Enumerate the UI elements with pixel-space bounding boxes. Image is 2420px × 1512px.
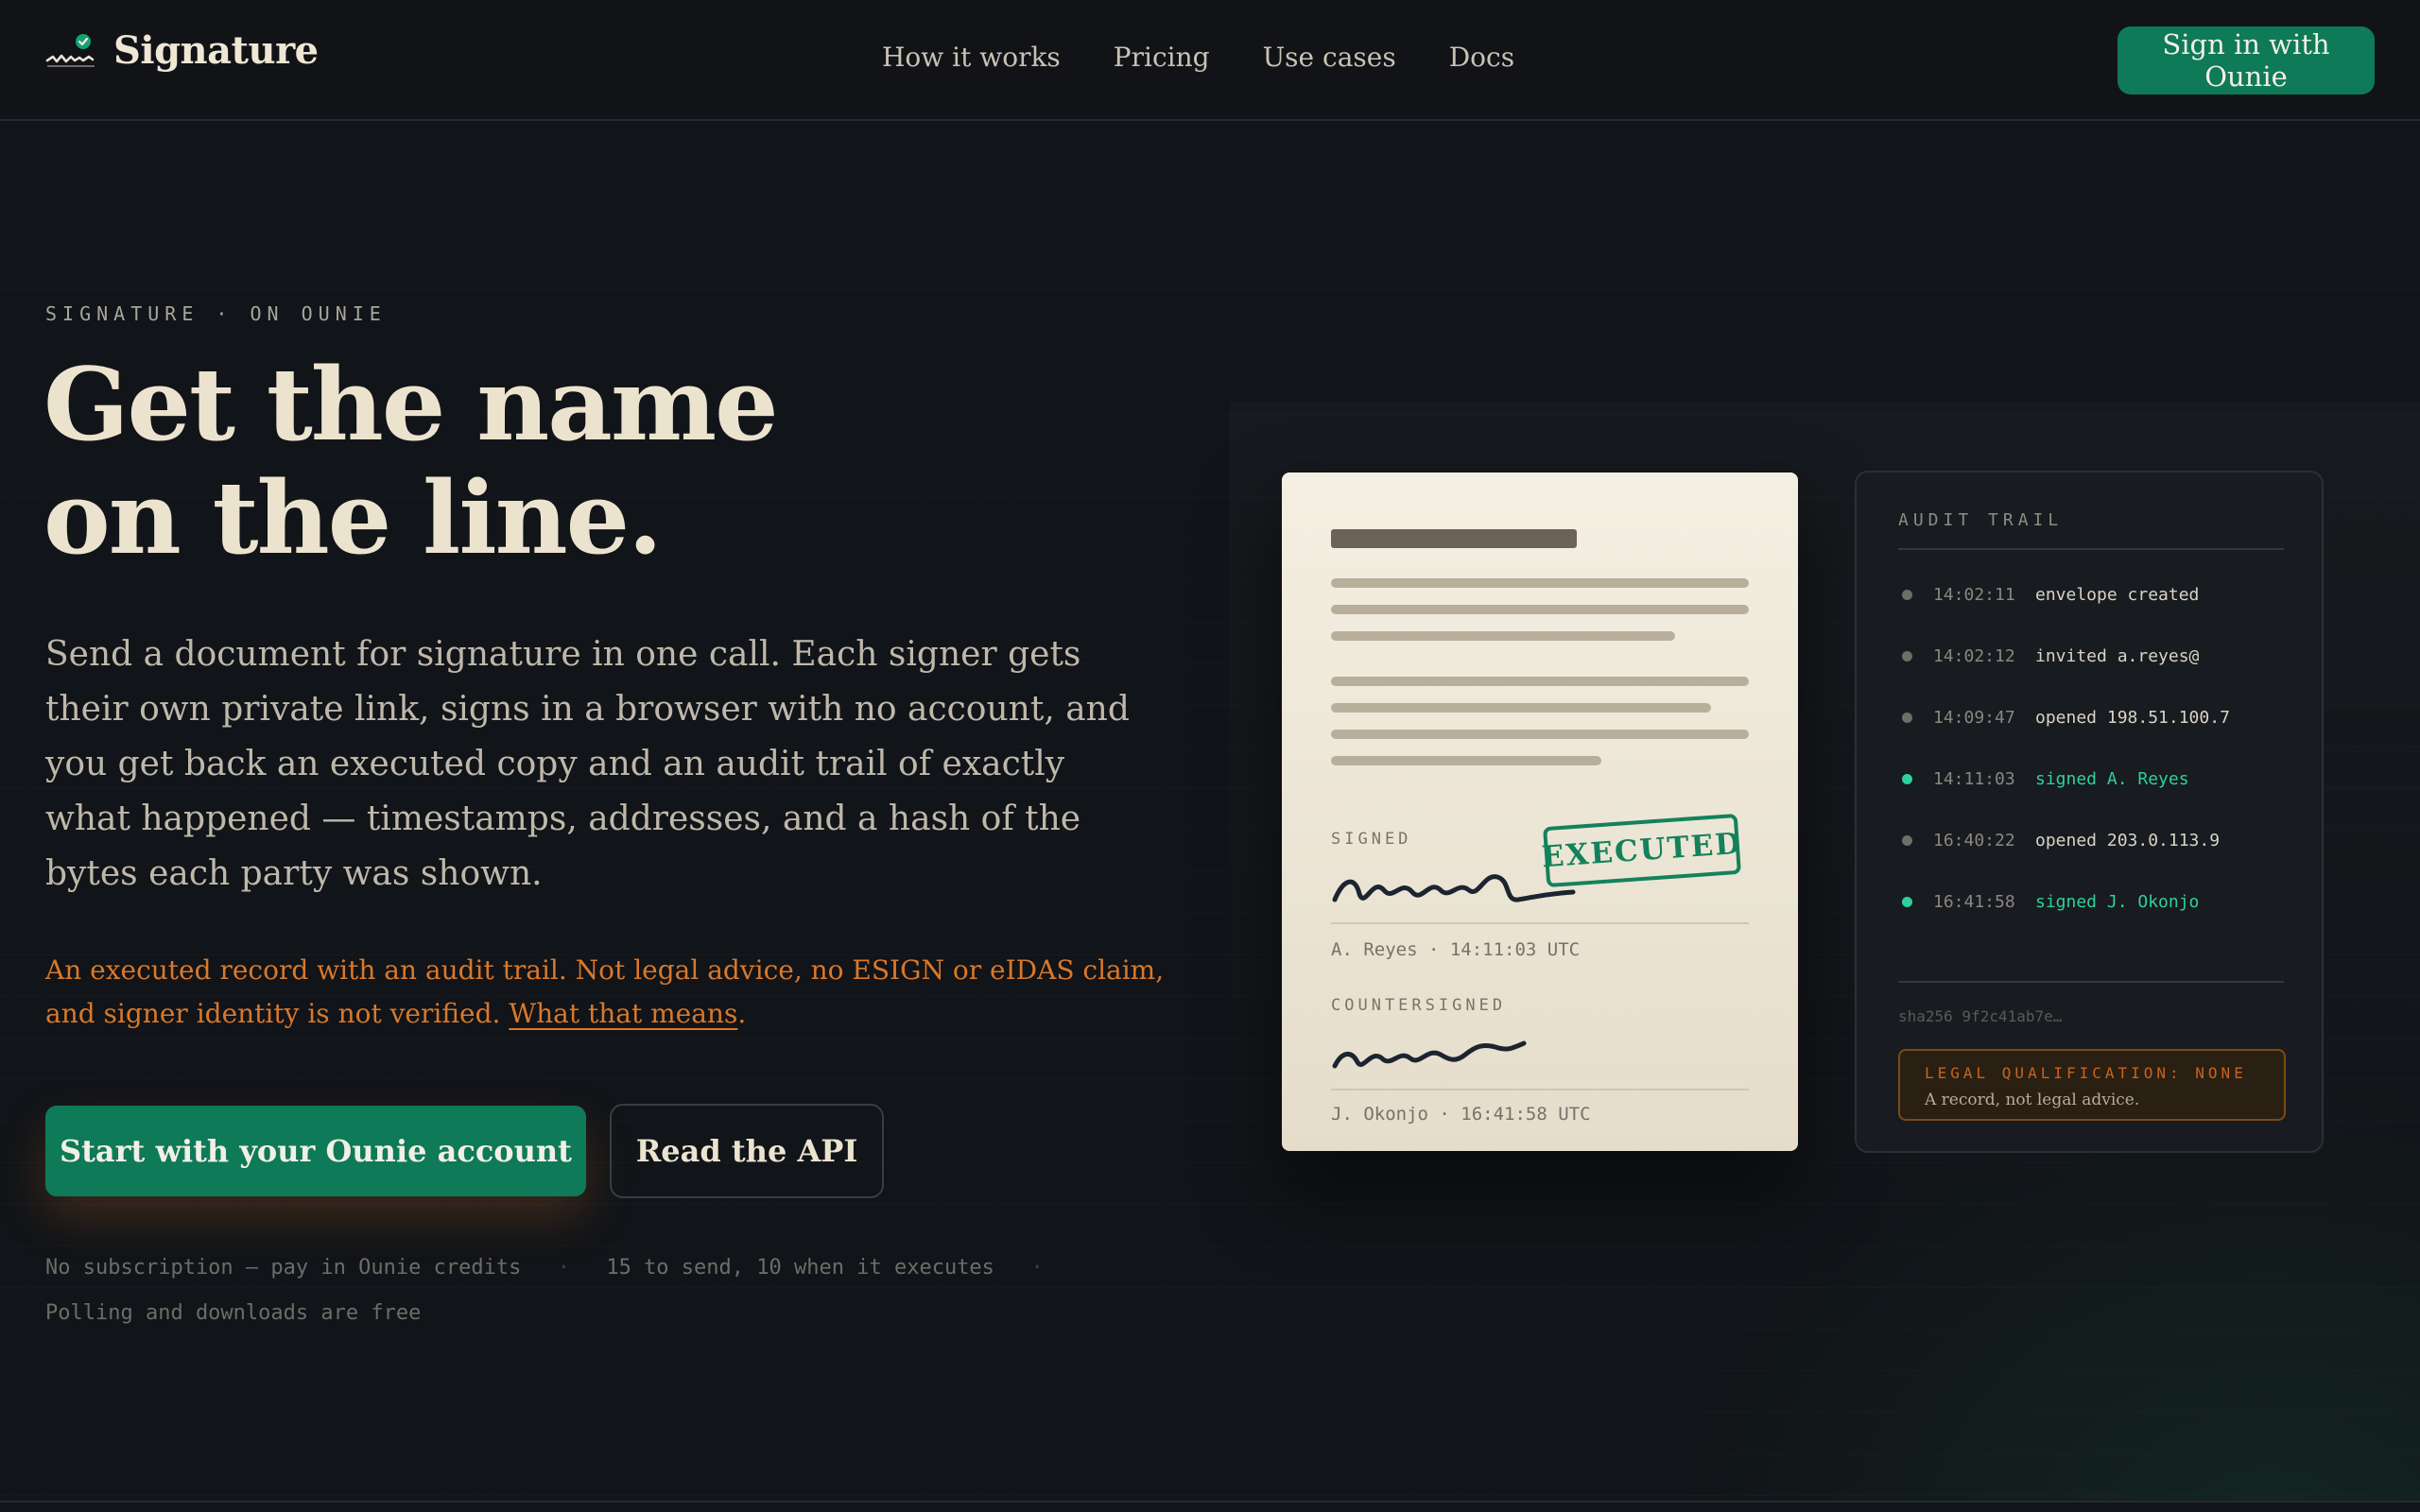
headline-line-2: on the line. <box>43 458 663 576</box>
section-divider <box>0 1501 2420 1503</box>
document-hash: sha256 9f2c41ab7e… <box>1898 1007 2063 1025</box>
document-text-line <box>1331 631 1675 641</box>
nav-link-how-it-works[interactable]: How it works <box>882 42 1061 73</box>
audit-trail-panel: AUDIT TRAIL 14:02:11 envelope created 14… <box>1855 471 2324 1153</box>
hero-headline: Get the name on the line. <box>43 348 894 575</box>
event-dot-icon <box>1902 589 1912 600</box>
start-with-ounie-button[interactable]: Start with your Ounie account <box>45 1106 586 1196</box>
legal-qualification-badge: LEGAL QUALIFICATION: NONE A record, not … <box>1898 1049 2286 1121</box>
hero-description: Send a document for signature in one cal… <box>45 635 1130 893</box>
audit-event-row: 14:02:12 invited a.reyes@ <box>1898 642 2295 670</box>
event-dot-icon <box>1902 834 1912 846</box>
signed-label: SIGNED <box>1331 830 1412 849</box>
signed-caption: A. Reyes · 14:11:03 UTC <box>1331 939 1581 960</box>
nav-link-use-cases[interactable]: Use cases <box>1263 42 1396 73</box>
footnote-subscription: No subscription — pay in Ounie credits <box>45 1256 522 1280</box>
document-text-line <box>1331 605 1749 614</box>
signature-line <box>1331 922 1749 924</box>
sign-in-button[interactable]: Sign in with Ounie <box>2118 26 2375 94</box>
event-time: 14:02:11 <box>1933 584 2015 605</box>
signature-reyes-icon <box>1332 874 1576 902</box>
event-dot-signed-icon <box>1902 896 1912 907</box>
legal-disclaimer: An executed record with an audit trail. … <box>45 949 1180 1036</box>
nav-links: How it works Pricing Use cases Docs <box>882 42 1514 73</box>
document-title-placeholder <box>1331 529 1577 548</box>
event-description: signed J. Okonjo <box>2035 891 2200 912</box>
audit-divider <box>1898 981 2284 983</box>
legal-qualification-text: A record, not legal advice. <box>1925 1091 2140 1109</box>
footnote-separator: · <box>1030 1256 1044 1280</box>
footnote-free: Polling and downloads are free <box>45 1301 422 1325</box>
headline-line-1: Get the name <box>43 345 779 463</box>
audit-event-row-signed: 16:41:58 signed J. Okonjo <box>1898 887 2295 916</box>
event-time: 14:11:03 <box>1933 768 2015 789</box>
event-description: envelope created <box>2035 584 2200 605</box>
audit-divider <box>1898 548 2284 550</box>
document-text-line <box>1331 578 1749 588</box>
countersigned-label: COUNTERSIGNED <box>1331 996 1507 1015</box>
event-dot-icon <box>1902 650 1912 662</box>
brand-logo-link[interactable]: Signature <box>45 28 319 73</box>
event-time: 16:40:22 <box>1933 830 2015 850</box>
event-time: 16:41:58 <box>1933 891 2015 912</box>
footnote-separator: · <box>557 1256 570 1280</box>
hero-eyebrow: SIGNATURE · ON OUNIE <box>45 302 387 325</box>
nav-link-docs[interactable]: Docs <box>1449 42 1514 73</box>
event-dot-signed-icon <box>1902 773 1912 784</box>
document-text-line <box>1331 730 1749 739</box>
event-dot-icon <box>1902 712 1912 723</box>
audit-trail-title: AUDIT TRAIL <box>1898 510 2064 530</box>
legal-qualification-tag: LEGAL QUALIFICATION: NONE <box>1925 1064 2247 1082</box>
event-time: 14:09:47 <box>1933 707 2015 728</box>
what-that-means-link[interactable]: What that means <box>509 998 737 1029</box>
document-text-line <box>1331 677 1749 686</box>
pricing-footnotes: No subscription — pay in Ounie credits · 1… <box>45 1246 1132 1336</box>
audit-event-row: 14:09:47 opened 198.51.100.7 <box>1898 703 2295 731</box>
event-description: opened 203.0.113.9 <box>2035 830 2221 850</box>
countersigned-caption: J. Okonjo · 16:41:58 UTC <box>1331 1104 1591 1125</box>
countersignature-line <box>1331 1089 1749 1091</box>
event-description: invited a.reyes@ <box>2035 645 2200 666</box>
disclaimer-period: . <box>737 998 747 1029</box>
document-text-line <box>1331 756 1601 765</box>
signature-check-icon <box>45 33 95 67</box>
audit-event-row: 16:40:22 opened 203.0.113.9 <box>1898 826 2295 854</box>
brand-name: Signature <box>113 28 319 73</box>
read-api-button[interactable]: Read the API <box>610 1104 884 1198</box>
nav-link-pricing[interactable]: Pricing <box>1114 42 1210 73</box>
event-time: 14:02:12 <box>1933 645 2015 666</box>
footnote-credits: 15 to send, 10 when it executes <box>606 1256 994 1280</box>
audit-event-row-signed: 14:11:03 signed A. Reyes <box>1898 765 2295 793</box>
document-preview: SIGNED A. Reyes · 14:11:03 UTC COUNTERSI… <box>1282 472 1798 1151</box>
top-nav: Signature How it works Pricing Use cases… <box>0 0 2420 121</box>
signature-okonjo-icon <box>1332 1040 1527 1069</box>
event-description: opened 198.51.100.7 <box>2035 707 2230 728</box>
document-text-line <box>1331 703 1711 713</box>
event-description: signed A. Reyes <box>2035 768 2189 789</box>
audit-event-row: 14:02:11 envelope created <box>1898 580 2295 609</box>
